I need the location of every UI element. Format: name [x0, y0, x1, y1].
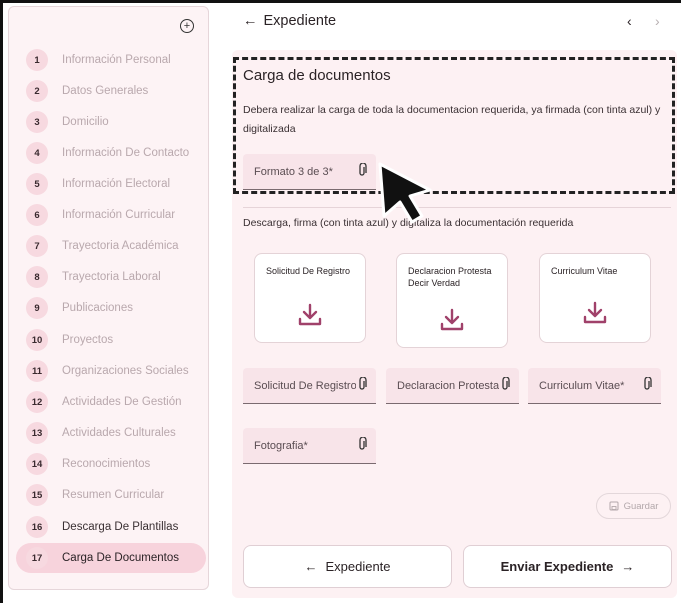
step-number: 4: [26, 142, 48, 164]
field-label: Fotografia*: [254, 439, 308, 452]
card-title: Declaracion Protesta Decir Verdad: [408, 266, 492, 288]
header-back[interactable]: ← Expediente: [243, 13, 336, 29]
step-label: Trayectoria Laboral: [62, 271, 161, 283]
step-number: 14: [26, 453, 48, 475]
step-item-1[interactable]: 1 Información Personal: [16, 45, 206, 75]
save-button[interactable]: Guardar: [596, 493, 671, 519]
back-arrow-icon: ←: [243, 13, 258, 29]
step-number: 12: [26, 391, 48, 413]
fotografia-upload-field[interactable]: Fotografia*: [243, 428, 376, 464]
step-item-8[interactable]: 8 Trayectoria Laboral: [16, 262, 206, 292]
right-arrow-icon: →: [621, 559, 635, 574]
step-label: Trayectoria Académica: [62, 240, 179, 252]
save-icon: [609, 501, 619, 511]
card-title: Solicitud De Registro: [266, 266, 351, 276]
attach-icon[interactable]: [499, 376, 511, 394]
next-button[interactable]: ›: [655, 13, 660, 29]
enviar-expediente-button[interactable]: Enviar Expediente →: [463, 545, 672, 588]
step-label: Información Curricular: [62, 209, 176, 221]
step-item-9[interactable]: 9 Publicaciones: [16, 293, 206, 323]
attach-icon[interactable]: [356, 162, 368, 180]
download-card-curriculum[interactable]: Curriculum Vitae: [539, 253, 651, 343]
divider: [243, 207, 671, 208]
step-number: 10: [26, 329, 48, 351]
step-item-3[interactable]: 3 Domicilio: [16, 107, 206, 137]
curriculum-upload-field[interactable]: Curriculum Vitae*: [528, 368, 661, 404]
step-label: Actividades De Gestión: [62, 396, 182, 408]
step-item-7[interactable]: 7 Trayectoria Académica: [16, 231, 206, 261]
step-label: Descarga De Plantillas: [62, 521, 179, 533]
left-arrow-icon: ←: [304, 559, 318, 574]
download-card-declaracion[interactable]: Declaracion Protesta Decir Verdad: [396, 253, 508, 348]
step-number: 3: [26, 111, 48, 133]
step-item-14[interactable]: 14 Reconocimientos: [16, 449, 206, 479]
download-card-solicitud[interactable]: Solicitud De Registro: [254, 253, 366, 343]
step-item-13[interactable]: 13 Actividades Culturales: [16, 418, 206, 448]
expediente-button[interactable]: ← Expediente: [243, 545, 452, 588]
download-icon: [583, 301, 607, 324]
step-number: 9: [26, 297, 48, 319]
section-description: Debera realizar la carga de toda la docu…: [243, 104, 661, 135]
card-title: Curriculum Vitae: [551, 266, 618, 276]
step-number: 1: [26, 49, 48, 71]
step-item-15[interactable]: 15 Resumen Curricular: [16, 480, 206, 510]
step-label: Publicaciones: [62, 302, 133, 314]
enviar-label: Enviar Expediente: [500, 559, 614, 574]
step-item-4[interactable]: 4 Información De Contacto: [16, 138, 206, 168]
step-item-5[interactable]: 5 Información Electoral: [16, 169, 206, 199]
step-number: 11: [26, 360, 48, 382]
prev-button[interactable]: ‹: [627, 13, 632, 29]
step-number: 8: [26, 266, 48, 288]
save-label: Guardar: [623, 500, 659, 512]
step-label: Reconocimientos: [62, 458, 151, 470]
attach-icon[interactable]: [356, 436, 368, 454]
step-label: Resumen Curricular: [62, 489, 165, 501]
step-number: 2: [26, 80, 48, 102]
step-item-11[interactable]: 11 Organizaciones Sociales: [16, 356, 206, 386]
step-number: 7: [26, 235, 48, 257]
declaracion-upload-field[interactable]: Declaracion Protesta Dec: [386, 368, 519, 404]
formato-upload-field[interactable]: Formato 3 de 3*: [243, 154, 376, 190]
expediente-label: Expediente: [325, 559, 391, 574]
step-label: Información Personal: [62, 54, 171, 66]
step-number: 5: [26, 173, 48, 195]
step-label: Información Electoral: [62, 178, 171, 190]
step-item-17[interactable]: 17 Carga De Documentos: [16, 543, 206, 573]
step-item-10[interactable]: 10 Proyectos: [16, 325, 206, 355]
step-item-12[interactable]: 12 Actividades De Gestión: [16, 387, 206, 417]
collapse-icon[interactable]: +: [180, 19, 194, 33]
cursor-icon: [378, 162, 432, 224]
step-number: 17: [26, 547, 48, 569]
step-item-2[interactable]: 2 Datos Generales: [16, 76, 206, 106]
step-label: Información De Contacto: [62, 147, 190, 159]
step-label: Datos Generales: [62, 85, 149, 97]
page-title: Expediente: [263, 13, 337, 29]
step-number: 15: [26, 484, 48, 506]
field-label: Formato 3 de 3*: [254, 165, 333, 178]
section-title: Carga de documentos: [243, 67, 391, 84]
step-label: Actividades Culturales: [62, 427, 176, 439]
step-number: 16: [26, 516, 48, 538]
step-label: Carga De Documentos: [62, 552, 179, 564]
field-label: Declaracion Protesta Dec: [397, 379, 499, 392]
step-number: 6: [26, 204, 48, 226]
step-number: 13: [26, 422, 48, 444]
step-label: Organizaciones Sociales: [62, 365, 189, 377]
attach-icon[interactable]: [641, 376, 653, 394]
field-label: Solicitud De Registro: [254, 379, 356, 392]
step-item-16[interactable]: 16 Descarga De Plantillas: [16, 512, 206, 542]
step-item-6[interactable]: 6 Información Curricular: [16, 200, 206, 230]
field-label: Curriculum Vitae*: [539, 379, 625, 392]
download-icon: [298, 303, 322, 326]
step-label: Domicilio: [62, 116, 109, 128]
attach-icon[interactable]: [356, 376, 368, 394]
step-label: Proyectos: [62, 334, 114, 346]
solicitud-upload-field[interactable]: Solicitud De Registro: [243, 368, 376, 404]
download-icon: [440, 308, 464, 331]
